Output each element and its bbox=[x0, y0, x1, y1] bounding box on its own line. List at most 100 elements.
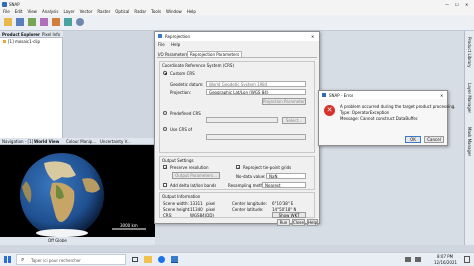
predefined-crs-radio[interactable] bbox=[163, 111, 167, 115]
taskbar: ⌕ Taper ici pour rechercher 8:07 PM 12/1… bbox=[0, 252, 474, 266]
projection-select[interactable]: Geographic Lat/Lon (WGS 84) bbox=[206, 89, 306, 95]
main-menu-item-radar[interactable]: Radar bbox=[134, 9, 146, 14]
snap-logo-icon bbox=[2, 2, 7, 7]
show-wkt-button[interactable]: Show WKT bbox=[272, 212, 306, 218]
help-button[interactable]: Help bbox=[307, 219, 318, 226]
custom-crs-radio-dot bbox=[164, 72, 167, 75]
use-crs-label: Use CRS of bbox=[170, 127, 192, 132]
reproject-tie-checkbox[interactable]: ✓ bbox=[236, 165, 240, 170]
resampling-select[interactable]: Nearest bbox=[262, 182, 306, 188]
scene-width-value: 13311 bbox=[190, 201, 203, 206]
world-view-canvas[interactable]: 3000 km bbox=[0, 145, 155, 237]
windows-start-icon[interactable] bbox=[4, 256, 11, 263]
product-explorer-tabs: Product Explorer Pixel Info bbox=[0, 31, 63, 38]
search-icon: ⌕ bbox=[21, 256, 25, 263]
main-menu-item-view[interactable]: View bbox=[27, 9, 37, 14]
main-menu-item-file[interactable]: File bbox=[3, 9, 10, 14]
close-button[interactable]: Close bbox=[292, 219, 305, 226]
scale-label: 3000 km bbox=[120, 223, 138, 228]
tab-world-view[interactable]: World View bbox=[34, 139, 59, 144]
preserve-resolution-label: Preserve resolution bbox=[170, 165, 209, 170]
clock-time[interactable]: 8:07 PM bbox=[437, 254, 453, 259]
notifications-icon[interactable] bbox=[464, 256, 470, 263]
navigation-tabs: Navigation - [1] World View Colour Manip… bbox=[0, 138, 155, 145]
error-message-line3: Message: Cannot construct DataBuffer. bbox=[340, 116, 419, 121]
geodetic-datum-select[interactable]: World Geodetic System 1984 bbox=[206, 81, 306, 87]
main-menu-item-analysis[interactable]: Analysis bbox=[42, 9, 58, 14]
tab-mask-manager[interactable]: Mask Manager bbox=[467, 127, 472, 167]
main-menu-item-window[interactable]: Window bbox=[166, 9, 182, 14]
maximize-button[interactable]: ☐ bbox=[455, 2, 459, 7]
tab-layer-manager[interactable]: Layer Manager bbox=[467, 83, 472, 123]
close-window-button[interactable]: ✕ bbox=[465, 2, 468, 7]
tree-item-product[interactable]: [1] mosaic1-clip bbox=[8, 39, 40, 44]
reprojection-dialog: Reprojection ✕ File Help I/O Parameters … bbox=[154, 31, 320, 226]
volume-icon[interactable] bbox=[415, 257, 421, 262]
main-menu-item-tools[interactable]: Tools bbox=[151, 9, 161, 14]
error-close-icon[interactable]: ✕ bbox=[440, 93, 443, 98]
app-title: SNAP bbox=[9, 2, 20, 7]
preserve-resolution-checkbox[interactable]: ✓ bbox=[163, 165, 167, 170]
reproject-tie-label: Reproject tie-point grids bbox=[243, 165, 292, 170]
use-crs-radio[interactable] bbox=[163, 127, 167, 131]
add-delta-checkbox[interactable] bbox=[163, 183, 167, 187]
clock-date[interactable]: 12/16/2021 bbox=[434, 260, 457, 265]
reprojection-tabs: I/O Parameters Reprojection Parameters bbox=[157, 51, 317, 58]
network-icon[interactable] bbox=[405, 257, 411, 262]
center-lon-label: Center longitude: bbox=[232, 201, 267, 206]
batch-processing-icon[interactable] bbox=[64, 18, 72, 26]
crs-group: Coordinate Reference System (CRS) Custom… bbox=[159, 61, 315, 153]
center-lon-value: 6°10'38" E bbox=[272, 201, 294, 206]
error-dialog: SNAP - Error ✕ ✕ A problem occurred duri… bbox=[318, 90, 456, 146]
run-button[interactable]: Run bbox=[277, 219, 290, 226]
globe-mode-label: Off Globe bbox=[48, 238, 67, 243]
right-side-tabs: Product Library Layer Manager Mask Manag… bbox=[464, 31, 474, 245]
task-view-icon[interactable] bbox=[132, 257, 138, 262]
open-product-icon[interactable] bbox=[4, 18, 12, 26]
snap-taskbar-icon[interactable] bbox=[171, 256, 178, 263]
save-icon[interactable] bbox=[16, 18, 24, 26]
predefined-crs-field[interactable] bbox=[206, 117, 278, 123]
tab-pixel-info[interactable]: Pixel Info bbox=[42, 32, 60, 37]
no-data-input[interactable]: NaN bbox=[266, 173, 306, 179]
band-maths-icon[interactable] bbox=[40, 18, 48, 26]
reprojection-title: Reprojection bbox=[165, 34, 191, 39]
graph-builder-icon[interactable] bbox=[52, 18, 60, 26]
menu-file[interactable]: File bbox=[158, 42, 165, 47]
tab-io-parameters[interactable]: I/O Parameters bbox=[158, 52, 188, 57]
cancel-button[interactable]: Cancel bbox=[424, 136, 444, 143]
scene-width-label: Scene width: bbox=[163, 201, 189, 206]
dialog-close-icon[interactable]: ✕ bbox=[311, 34, 314, 39]
error-title-bar: SNAP - Error ✕ bbox=[319, 91, 447, 99]
help-icon[interactable] bbox=[76, 18, 84, 26]
main-menu-item-vector[interactable]: Vector bbox=[80, 9, 93, 14]
projection-parameters-button[interactable]: Projection Parameters... bbox=[262, 98, 306, 105]
ok-button[interactable]: OK bbox=[405, 136, 421, 143]
use-crs-field[interactable] bbox=[206, 134, 306, 140]
error-message-line2: Type: OperatorException bbox=[340, 110, 390, 115]
product-library-icon[interactable] bbox=[28, 18, 36, 26]
main-menu-item-raster[interactable]: Raster bbox=[97, 9, 110, 14]
search-box[interactable]: ⌕ Taper ici pour rechercher bbox=[16, 254, 126, 265]
main-menu-item-optical[interactable]: Optical bbox=[115, 9, 129, 14]
file-explorer-icon[interactable] bbox=[144, 256, 152, 263]
tab-navigation[interactable]: Navigation - [1] bbox=[2, 139, 33, 144]
tab-colour-manipulation[interactable]: Colour Manip... bbox=[66, 139, 96, 144]
reprojection-menu: File Help bbox=[158, 42, 185, 48]
select-crs-button[interactable]: Select... bbox=[282, 117, 306, 124]
main-menu-item-layer[interactable]: Layer bbox=[63, 9, 74, 14]
menu-help[interactable]: Help bbox=[171, 42, 180, 47]
browser-icon[interactable] bbox=[158, 256, 165, 263]
tab-product-explorer[interactable]: Product Explorer bbox=[2, 32, 40, 37]
custom-crs-label: Custom CRS bbox=[170, 71, 195, 76]
tab-uncertainty[interactable]: Uncertainty V... bbox=[100, 139, 131, 144]
output-parameters-button[interactable]: Output Parameters... bbox=[172, 172, 220, 179]
main-menu-item-edit[interactable]: Edit bbox=[15, 9, 23, 14]
tab-reprojection-parameters[interactable]: Reprojection Parameters bbox=[187, 51, 243, 57]
projection-label: Projection: bbox=[170, 90, 192, 95]
main-menu-item-help[interactable]: Help bbox=[187, 9, 196, 14]
tab-product-library[interactable]: Product Library bbox=[467, 37, 472, 77]
scene-height-value: 11340 bbox=[190, 207, 203, 212]
scene-height-unit: pixel bbox=[206, 207, 216, 212]
minimize-button[interactable]: — bbox=[445, 2, 449, 7]
